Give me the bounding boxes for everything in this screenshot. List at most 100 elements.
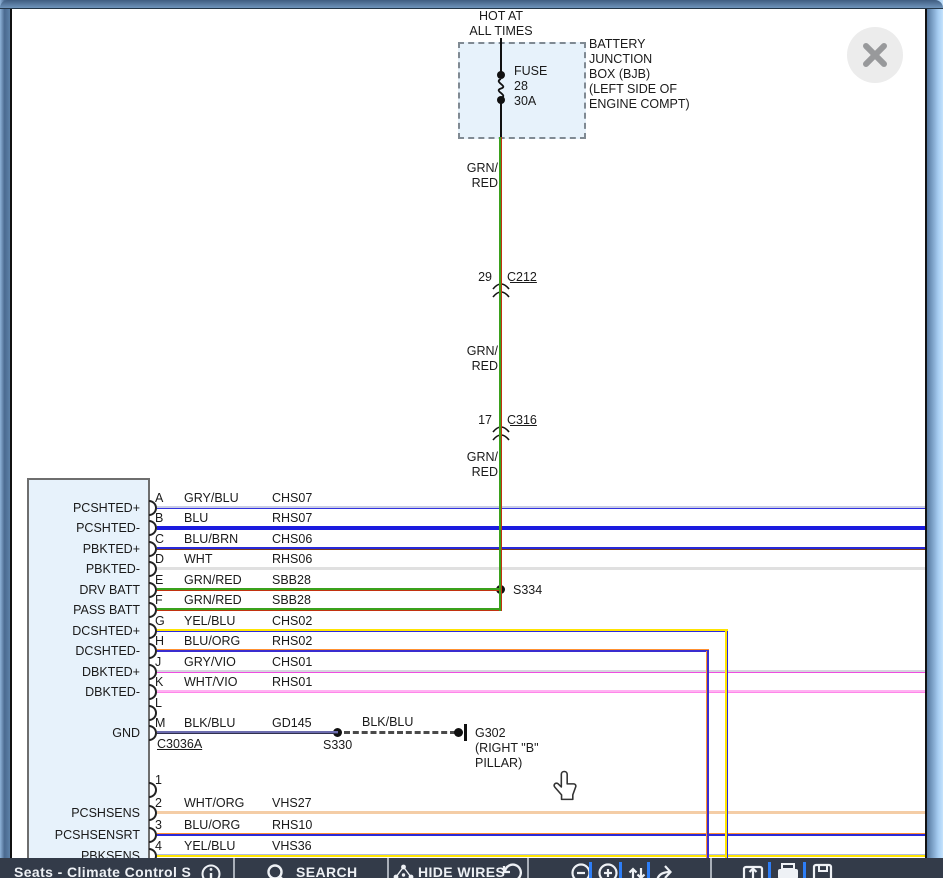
toolbar-separator — [387, 858, 389, 878]
splice-label-s330: S330 — [323, 738, 352, 753]
wire-H — [157, 649, 709, 652]
toolbar-divider — [589, 862, 592, 878]
close-button[interactable] — [847, 27, 903, 83]
pin-letter: F — [155, 593, 163, 608]
hand-cursor-icon — [553, 770, 580, 804]
toolbar-separator — [527, 858, 529, 878]
pin-letter: 2 — [155, 796, 162, 811]
wire-4 — [157, 854, 926, 857]
undo-icon[interactable] — [498, 861, 522, 878]
wire-color-label: BLU/BRN — [184, 532, 238, 547]
save-icon[interactable] — [811, 862, 833, 878]
circuit-number-label: CHS02 — [272, 614, 312, 629]
wire-color-label: WHT/ORG — [184, 796, 244, 811]
circuit-number-label: CHS06 — [272, 532, 312, 547]
diagram-page-right-border — [925, 0, 927, 878]
bjb-label: BATTERY JUNCTION BOX (BJB) (LEFT SIDE OF… — [589, 37, 690, 112]
block-pin-function-label: GND — [30, 725, 140, 741]
circuit-number-label: RHS10 — [272, 818, 312, 833]
hot-at-all-times-label: HOT AT ALL TIMES — [431, 9, 571, 39]
fuse-feed-wire — [500, 38, 502, 73]
pin-letter: D — [155, 552, 164, 567]
wire-color-label: GRN/RED — [184, 593, 242, 608]
wire-G — [157, 629, 728, 632]
ground-label-g302: G302 (RIGHT "B" PILLAR) — [475, 726, 539, 771]
wire-3 — [157, 833, 926, 836]
circuit-number-label: SBB28 — [272, 573, 311, 588]
ground-symbol — [464, 724, 467, 741]
block-pin-function-label: PBKTED- — [30, 561, 140, 577]
diagram-title: Seats - Climate Control S — [14, 864, 191, 878]
wire-harness-icon[interactable] — [392, 862, 415, 878]
export-icon[interactable] — [741, 862, 765, 878]
connector-link-c212[interactable]: C212 — [507, 270, 537, 285]
pin-letter: 1 — [155, 773, 162, 788]
pin-letter: H — [155, 634, 164, 649]
circuit-number-label: SBB28 — [272, 593, 311, 608]
block-pin-function-label: PCSHSENS — [30, 805, 140, 821]
pin-letter: C — [155, 532, 164, 547]
zoom-in-icon[interactable] — [597, 862, 619, 878]
share-icon[interactable] — [653, 861, 678, 878]
wire-color-label: GRN/RED — [184, 573, 242, 588]
wire-B — [157, 526, 926, 530]
wire-M — [157, 731, 338, 734]
info-icon[interactable] — [200, 863, 222, 878]
toolbar-divider — [619, 862, 622, 878]
block-pin-function-label: PCSHTED- — [30, 520, 140, 536]
toolbar-separator — [710, 858, 712, 878]
wire-E — [157, 588, 501, 591]
connector-link-c3036a[interactable]: C3036A — [157, 737, 202, 752]
circuit-number-label: RHS06 — [272, 552, 312, 567]
block-pin-function-label: DBKTED- — [30, 684, 140, 700]
circuit-number-label: VHS36 — [272, 839, 312, 854]
wire-color-label: BLU — [184, 511, 208, 526]
ground-dot-g302 — [454, 728, 463, 737]
print-icon[interactable] — [776, 862, 800, 878]
connector-pin-number: 29 — [450, 270, 492, 285]
wire-color-label: BLU/ORG — [184, 634, 240, 649]
pin-letter: J — [155, 655, 161, 670]
wire-color-label: YEL/BLU — [184, 614, 235, 629]
splice-label-s334: S334 — [513, 583, 542, 598]
pin-letter: E — [155, 573, 163, 588]
pin-letter: B — [155, 511, 163, 526]
block-pin-function-label: PCSHSENSRT — [30, 827, 140, 843]
wire-color-label-grn-red-2: GRN/RED — [430, 344, 498, 374]
wire-color-label-grn-red-3: GRN/RED — [430, 450, 498, 480]
block-pin-function-label: PCSHTED+ — [30, 500, 140, 516]
toolbar-divider — [647, 862, 650, 878]
wire-F — [157, 608, 501, 611]
block-pin-function-label: PASS BATT — [30, 602, 140, 618]
wire-2 — [157, 811, 926, 814]
pin-letter: L — [155, 696, 162, 711]
pin-letter: 4 — [155, 839, 162, 854]
dashed-wire-color-label: BLK/BLU — [362, 715, 413, 730]
bottom-toolbar: Seats - Climate Control S SEARCH HIDE WI… — [0, 858, 943, 878]
window-frame-right — [927, 0, 943, 878]
circuit-number-label: VHS27 — [272, 796, 312, 811]
window-frame-top — [0, 0, 943, 9]
wire-color-label: WHT/VIO — [184, 675, 237, 690]
search-button[interactable]: SEARCH — [296, 864, 358, 878]
pin-letter: G — [155, 614, 165, 629]
block-pin-function-label: DBKTED+ — [30, 664, 140, 680]
hide-wires-button[interactable]: HIDE WIRES — [418, 864, 505, 878]
wire-G-vertical — [725, 631, 728, 858]
circuit-number-label: GD145 — [272, 716, 312, 731]
pin-letter: A — [155, 491, 163, 506]
block-pin-function-label: PBKTED+ — [30, 541, 140, 557]
diagram-page-left-border — [10, 0, 12, 878]
fit-to-screen-icon[interactable] — [626, 862, 648, 878]
search-icon[interactable] — [266, 863, 288, 878]
wire-J — [157, 670, 926, 673]
toolbar-divider — [768, 862, 771, 878]
connector-link-c316[interactable]: C316 — [507, 413, 537, 428]
wire-color-label: GRY/BLU — [184, 491, 239, 506]
wire-color-label: GRY/VIO — [184, 655, 236, 670]
circuit-number-label: RHS02 — [272, 634, 312, 649]
wire-C — [157, 547, 926, 550]
close-icon — [847, 27, 903, 83]
circuit-number-label: RHS01 — [272, 675, 312, 690]
block-pin-function-label: DRV BATT — [30, 582, 140, 598]
